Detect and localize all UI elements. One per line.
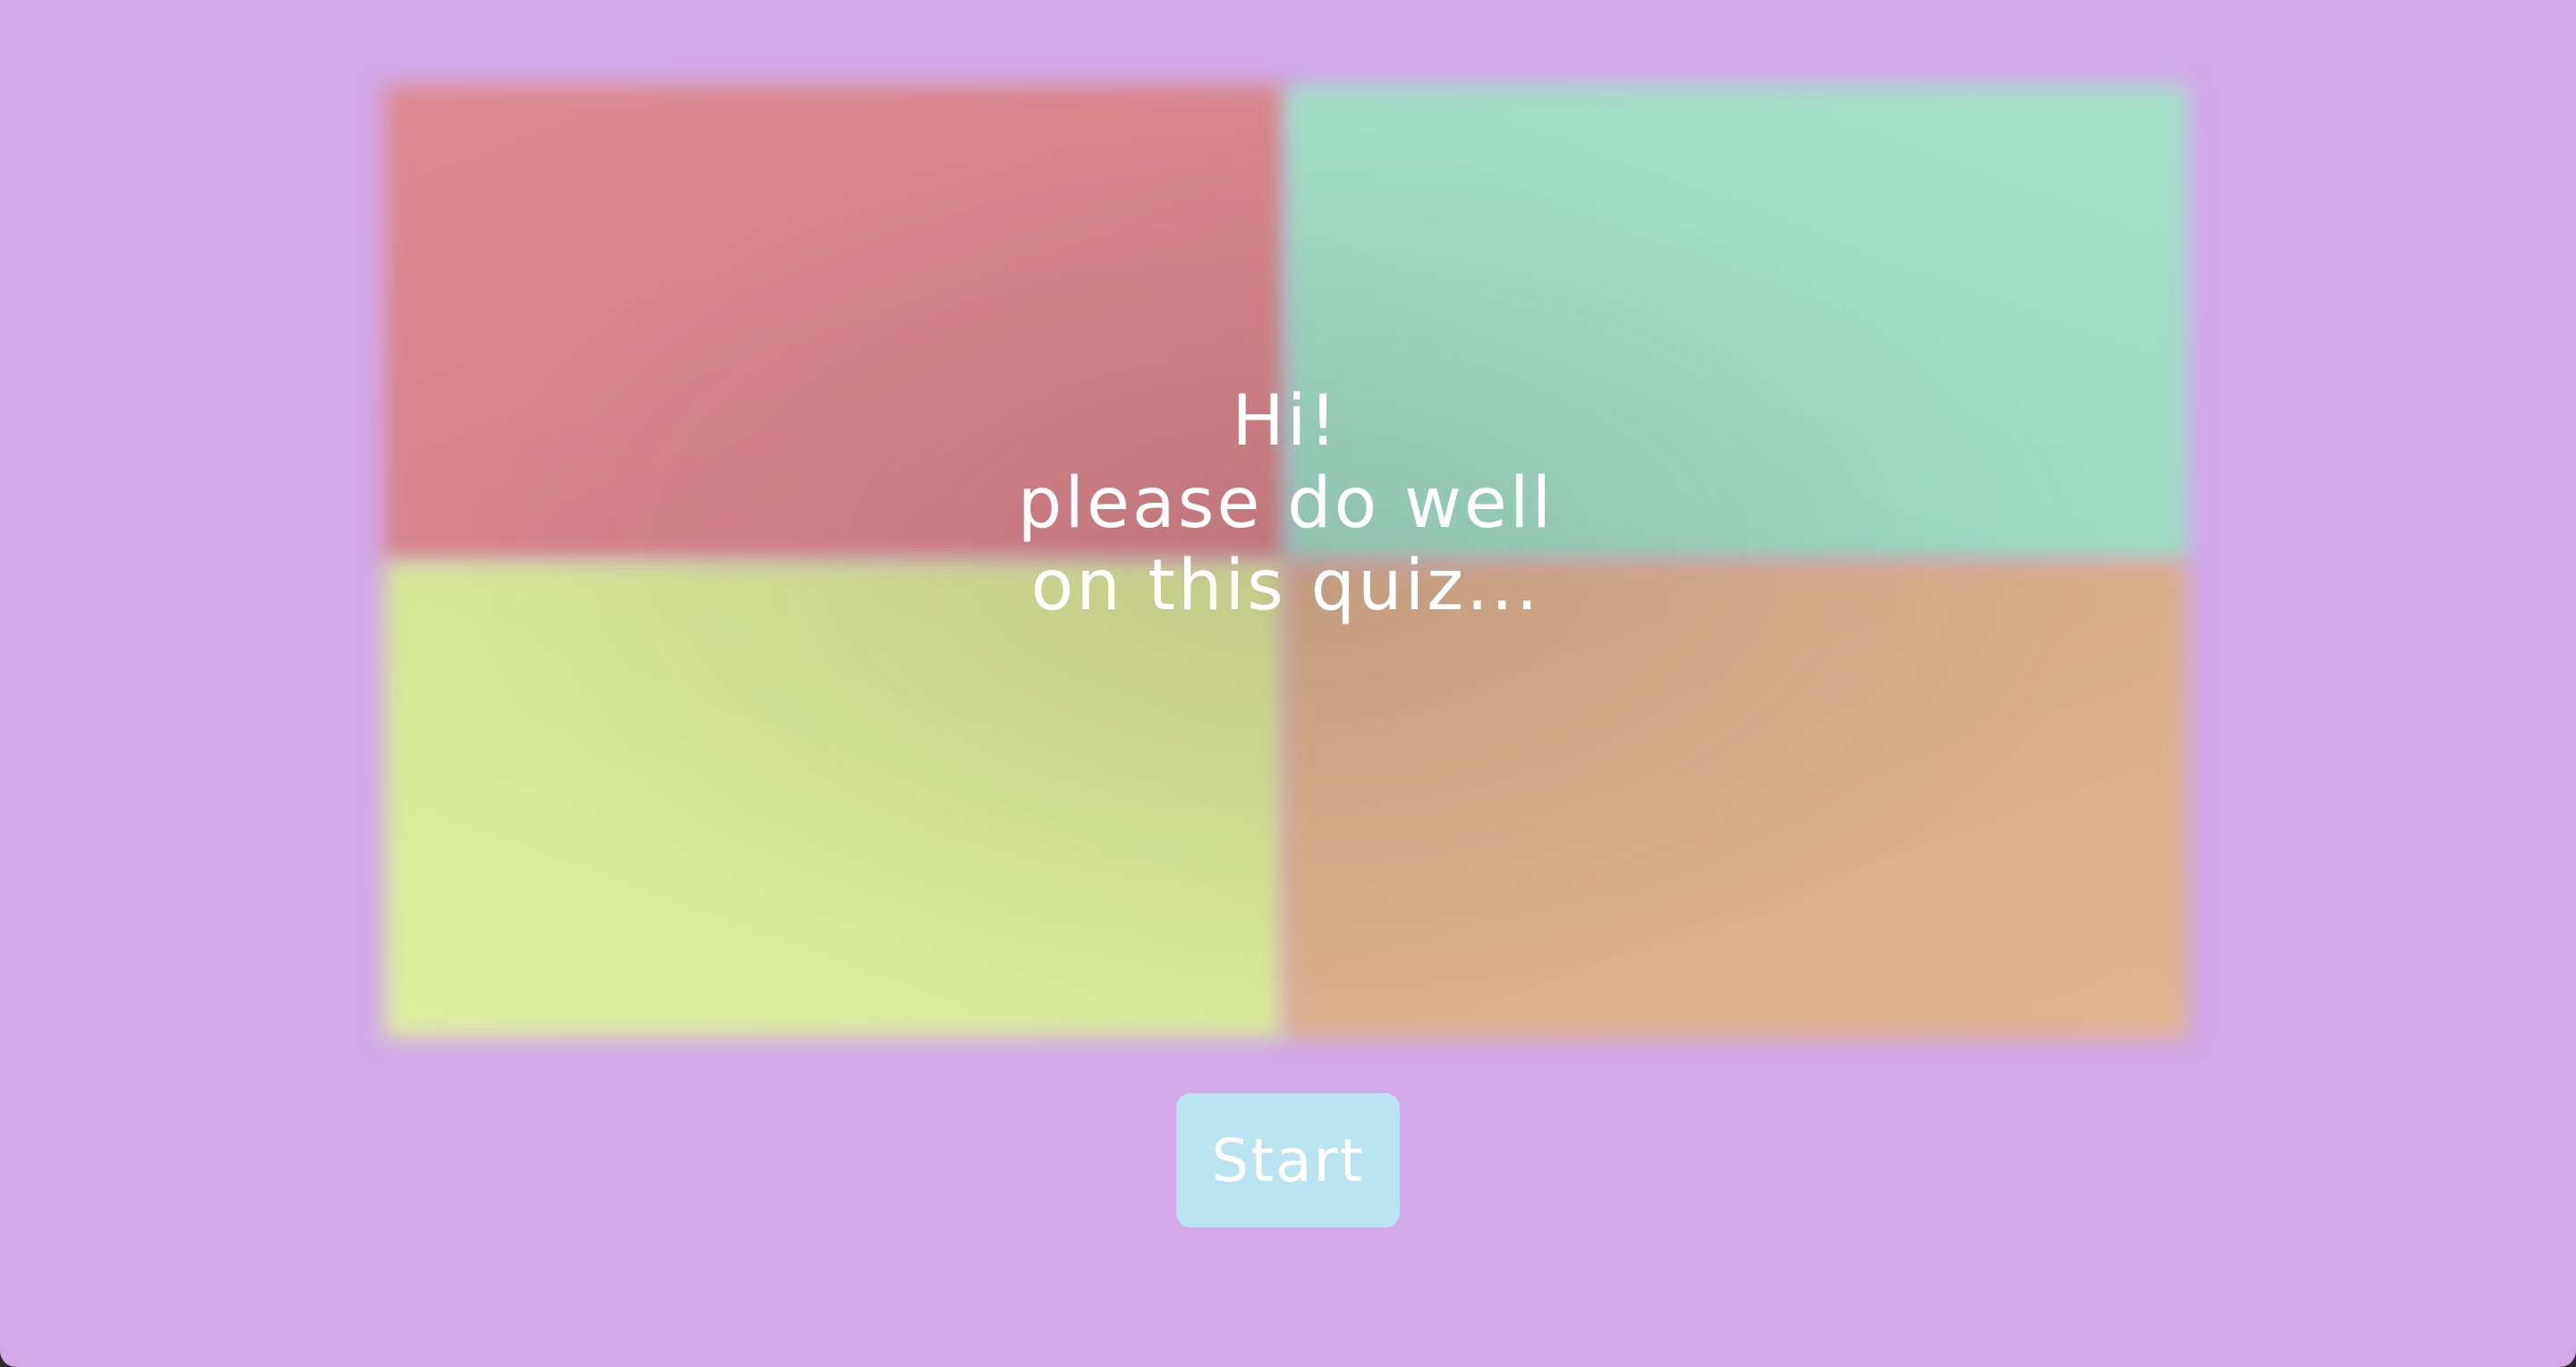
start-button[interactable]: Start (1176, 1093, 1400, 1227)
intro-panel: Hi! please do well on this quiz... (385, 85, 2187, 1038)
orange-tile (1285, 561, 2187, 1038)
quiz-app: Hi! please do well on this quiz... Start (0, 0, 2576, 1367)
welcome-message: Hi! please do well on this quiz... (385, 380, 2187, 627)
welcome-line-request: please do well (1017, 463, 1555, 544)
welcome-line-greeting: Hi! (1232, 381, 1340, 462)
yellow-tile (385, 561, 1286, 1038)
welcome-line-quiz: on this quiz... (1030, 546, 1541, 626)
